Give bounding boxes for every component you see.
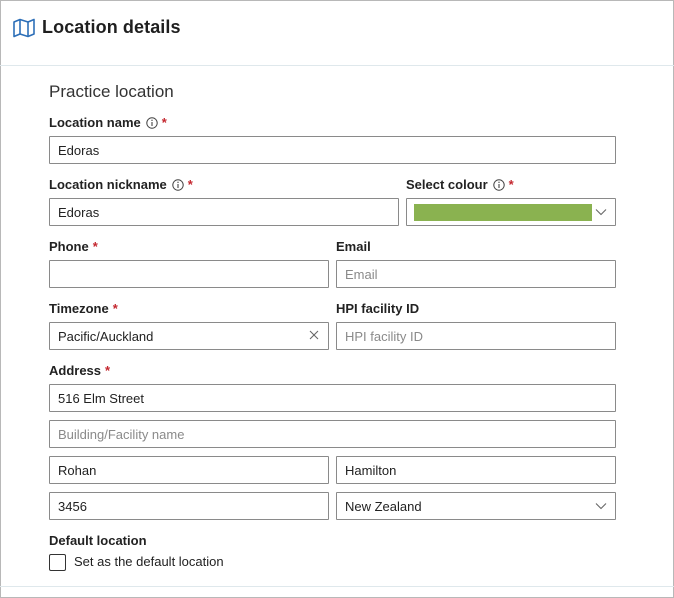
location-nickname-input[interactable]: Edoras	[49, 198, 399, 226]
colour-select[interactable]	[406, 198, 616, 226]
page-title: Location details	[42, 17, 181, 37]
timezone-value: Pacific/Auckland	[58, 328, 154, 344]
address-label: Address *	[49, 363, 110, 378]
chevron-down-icon	[595, 503, 607, 510]
required-mark: *	[112, 301, 118, 316]
select-colour-label: Select colour *	[406, 177, 514, 192]
phone-label-text: Phone	[49, 239, 89, 254]
location-name-label: Location name *	[49, 115, 167, 130]
location-name-input[interactable]: Edoras	[49, 136, 616, 164]
required-mark: *	[161, 115, 167, 130]
hpi-facility-id-input[interactable]: HPI facility ID	[336, 322, 616, 350]
required-mark: *	[92, 239, 98, 254]
hpi-facility-id-label-text: HPI facility ID	[336, 301, 420, 316]
location-nickname-label-text: Location nickname	[49, 177, 167, 192]
address-street-input[interactable]: 516 Elm Street	[49, 384, 616, 412]
default-location-label-text: Default location	[49, 533, 147, 548]
required-mark: *	[105, 363, 111, 378]
chevron-down-icon	[595, 209, 607, 216]
country-select[interactable]: New Zealand	[336, 492, 616, 520]
timezone-select[interactable]: Pacific/Auckland	[49, 322, 329, 350]
location-name-label-text: Location name	[49, 115, 141, 130]
email-input[interactable]: Email	[336, 260, 616, 288]
select-colour-label-text: Select colour	[406, 177, 488, 192]
country-value: New Zealand	[345, 498, 422, 514]
default-location-checkbox[interactable]	[49, 554, 66, 571]
hpi-facility-id-label: HPI facility ID	[336, 301, 419, 316]
page-header: Location details	[0, 0, 674, 66]
section-title: Practice location	[49, 82, 174, 101]
footer-divider	[0, 586, 674, 587]
email-label-text: Email	[336, 239, 371, 254]
close-icon[interactable]	[308, 329, 320, 341]
timezone-label-text: Timezone	[49, 301, 109, 316]
default-location-checkbox-label[interactable]: Set as the default location	[74, 554, 224, 569]
info-icon[interactable]	[492, 178, 505, 191]
address-building-input[interactable]: Building/Facility name	[49, 420, 616, 448]
address-label-text: Address	[49, 363, 102, 378]
default-location-label: Default location	[49, 533, 147, 548]
address-suburb-input[interactable]: Rohan	[49, 456, 329, 484]
email-label: Email	[336, 239, 371, 254]
info-icon[interactable]	[172, 178, 184, 191]
address-postcode-input[interactable]: 3456	[49, 492, 329, 520]
address-city-input[interactable]: Hamilton	[336, 456, 616, 484]
timezone-label: Timezone *	[49, 301, 118, 316]
phone-label: Phone *	[49, 239, 98, 254]
map-icon	[13, 18, 35, 38]
phone-input[interactable]	[49, 260, 329, 288]
required-mark: *	[508, 177, 514, 192]
required-mark: *	[187, 177, 193, 192]
info-icon[interactable]	[146, 116, 158, 129]
location-nickname-label: Location nickname *	[49, 177, 193, 192]
colour-swatch	[414, 204, 592, 221]
